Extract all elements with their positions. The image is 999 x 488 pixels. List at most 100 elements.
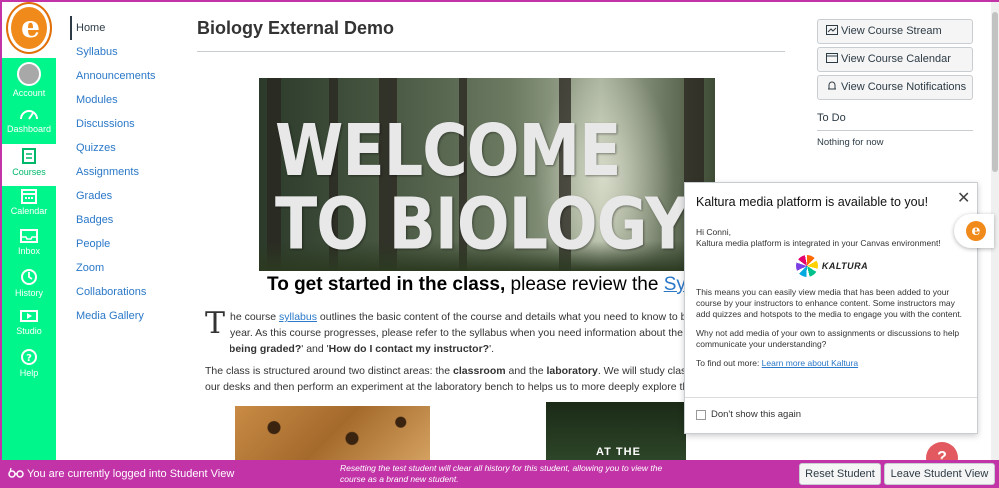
title-divider — [197, 51, 785, 52]
studio-icon — [20, 310, 38, 322]
kaltura-greeting: Hi Conni, — [696, 227, 731, 237]
para-text: and the — [505, 365, 547, 377]
history-icon — [21, 269, 37, 285]
global-nav-label: History — [14, 288, 43, 298]
structure-paragraph: The class is structured around two disti… — [205, 363, 685, 395]
para-text: our desks and then perform an experiment… — [205, 381, 685, 393]
course-nav-zoom[interactable]: Zoom — [70, 256, 190, 280]
course-nav-syllabus[interactable]: Syllabus — [70, 40, 190, 64]
course-nav-discussions[interactable]: Discussions — [70, 112, 190, 136]
course-nav-announcements[interactable]: Announcements — [70, 64, 190, 88]
course-nav-home[interactable]: Home — [70, 16, 190, 40]
reset-note: Resetting the test student will clear al… — [340, 463, 663, 484]
global-nav: e Account Dashboard Courses Calendar Inb… — [2, 2, 56, 460]
glasses-icon — [8, 467, 24, 482]
tagline-text: please review the — [505, 274, 664, 295]
kaltura-launcher[interactable]: e — [954, 214, 994, 248]
courses-icon — [22, 148, 36, 164]
course-nav: Home Syllabus Announcements Modules Disc… — [70, 16, 190, 328]
banner-line-2: TO BIOLOGY — [275, 181, 690, 266]
course-nav-assignments[interactable]: Assignments — [70, 160, 190, 184]
welcome-banner-image: WELCOME TO BIOLOGY — [259, 78, 715, 271]
student-view-bar: You are currently logged into Student Vi… — [2, 460, 997, 488]
inbox-icon — [20, 229, 38, 243]
global-nav-studio[interactable]: Studio — [2, 308, 56, 348]
global-nav-label: Account — [12, 88, 46, 98]
para-text: outlines the basic content of the course… — [316, 311, 686, 323]
scrollbar-thumb[interactable] — [992, 12, 998, 172]
todo-heading: To Do — [817, 112, 846, 124]
para-bold: How do I contact my instructor? — [328, 343, 490, 355]
view-course-stream-button[interactable]: View Course Stream — [817, 19, 973, 44]
close-icon[interactable]: ✕ — [957, 191, 970, 207]
course-nav-media-gallery[interactable]: Media Gallery — [70, 304, 190, 328]
tagline: To get started in the class, please revi… — [267, 274, 687, 296]
global-nav-calendar[interactable]: Calendar — [2, 188, 56, 228]
para-bold: laboratory — [546, 365, 598, 377]
button-label: View Course Notifications — [841, 81, 967, 93]
kaltura-popup: Kaltura media platform is available to y… — [684, 182, 978, 434]
dashboard-icon — [20, 110, 38, 120]
kaltura-logo-icon: e — [966, 221, 986, 241]
global-nav-label: Help — [19, 368, 39, 378]
button-label: View Course Calendar — [841, 53, 951, 65]
para-text: year. As this course progresses, please … — [230, 327, 686, 339]
svg-text:?: ? — [26, 353, 32, 364]
reset-student-button[interactable]: Reset Student — [799, 463, 881, 485]
view-course-calendar-button[interactable]: View Course Calendar — [817, 47, 973, 72]
image-caption: AT THE — [596, 446, 641, 458]
global-nav-label: Inbox — [17, 246, 41, 256]
logo-icon: e — [8, 4, 50, 52]
global-nav-help[interactable]: ? Help — [2, 348, 56, 388]
kaltura-paragraph: Why not add media of your own to assignm… — [696, 328, 960, 349]
bell-icon — [828, 81, 836, 90]
avatar — [17, 62, 41, 86]
course-nav-badges[interactable]: Badges — [70, 208, 190, 232]
syllabus-link[interactable]: syllabus — [279, 311, 317, 323]
global-nav-label: Studio — [16, 326, 42, 336]
course-nav-grades[interactable]: Grades — [70, 184, 190, 208]
drop-cap: T — [205, 306, 226, 341]
todo-empty-text: Nothing for now — [817, 137, 884, 148]
view-course-notifications-button[interactable]: View Course Notifications — [817, 75, 973, 100]
intro-paragraph: he course syllabus outlines the basic co… — [230, 309, 686, 357]
leave-student-view-button[interactable]: Leave Student View — [884, 463, 995, 485]
course-nav-modules[interactable]: Modules — [70, 88, 190, 112]
kaltura-popup-title: Kaltura media platform is available to y… — [696, 195, 929, 209]
global-nav-courses[interactable]: Courses — [2, 144, 56, 186]
calendar-icon — [826, 53, 838, 63]
para-text: . We will study class to — [597, 365, 685, 377]
global-nav-account[interactable]: Account — [2, 62, 56, 102]
kaltura-burst-icon — [795, 255, 818, 277]
dont-show-again-checkbox[interactable] — [696, 410, 706, 420]
help-icon: ? — [21, 349, 37, 365]
kaltura-logo: KALTURA — [696, 253, 968, 279]
leopard-image — [235, 406, 430, 460]
course-nav-quizzes[interactable]: Quizzes — [70, 136, 190, 160]
tagline-bold: To get started in the class, — [267, 274, 506, 295]
kaltura-paragraph: To find out more: — [696, 358, 762, 368]
para-text: he course — [230, 311, 280, 323]
page-title: Biology External Demo — [197, 18, 395, 38]
institution-logo[interactable]: e — [2, 2, 56, 58]
dont-show-again-label[interactable]: Don't show this again — [711, 409, 801, 420]
calendar-icon — [21, 189, 37, 204]
kaltura-popup-body: Hi Conni, Kaltura media platform is inte… — [696, 227, 968, 377]
learn-more-kaltura-link[interactable]: Learn more about Kaltura — [762, 358, 858, 368]
para-text: The class is structured around two disti… — [205, 365, 454, 377]
global-nav-history[interactable]: History — [2, 268, 56, 308]
global-nav-inbox[interactable]: Inbox — [2, 228, 56, 268]
course-nav-collaborations[interactable]: Collaborations — [70, 280, 190, 304]
kaltura-divider — [685, 397, 977, 398]
kaltura-paragraph: This means you can easily view media tha… — [696, 287, 963, 319]
course-nav-people[interactable]: People — [70, 232, 190, 256]
stream-icon — [826, 25, 838, 35]
para-text: '. — [489, 343, 494, 355]
student-view-text: You are currently logged into Student Vi… — [27, 468, 235, 480]
para-bold: am I being graded? — [230, 343, 302, 355]
global-nav-dashboard[interactable]: Dashboard — [2, 106, 56, 146]
kaltura-intro: Kaltura media platform is integrated in … — [696, 238, 941, 248]
banner-line-1: WELCOME — [275, 108, 622, 193]
global-nav-label: Courses — [12, 167, 46, 177]
todo-divider — [817, 130, 973, 131]
